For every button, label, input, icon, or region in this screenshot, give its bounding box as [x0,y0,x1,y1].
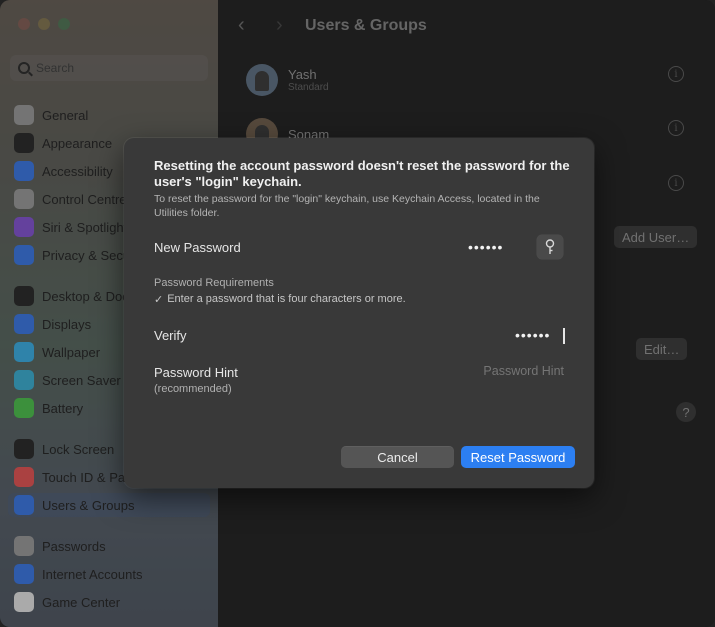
verify-label: Verify [154,328,187,343]
password-hint-field[interactable] [454,364,564,378]
password-assistant-button[interactable] [537,235,563,259]
new-password-field[interactable]: •••••• [468,239,503,255]
requirement-item: ✓ Enter a password that is four characte… [154,293,406,306]
new-password-label: New Password [154,240,241,255]
requirements-title: Password Requirements [154,277,274,289]
sheet-description: To reset the password for the "login" ke… [154,193,540,219]
checkmark-icon: ✓ [154,294,164,306]
verify-field[interactable]: •••••• [515,327,550,343]
hint-sublabel: (recommended) [154,383,232,395]
requirement-text: Enter a password that is four characters… [167,293,406,305]
hint-label: Password Hint [154,365,238,380]
sheet-title: Resetting the account password doesn't r… [154,158,570,189]
reset-password-sheet: Resetting the account password doesn't r… [124,138,594,488]
text-caret [563,328,565,344]
cancel-button[interactable]: Cancel [341,446,454,468]
reset-password-button[interactable]: Reset Password [461,446,575,468]
key-icon [545,239,555,254]
